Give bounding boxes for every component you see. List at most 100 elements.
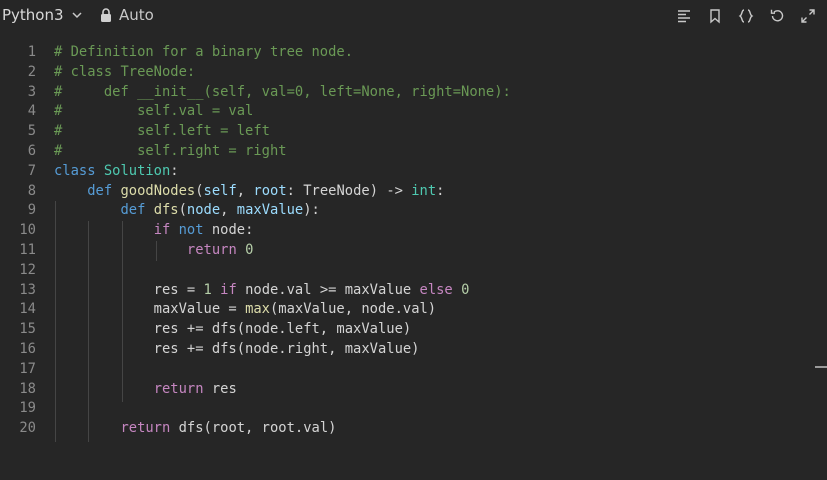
- line-number: 4: [27, 103, 36, 120]
- code-editor[interactable]: 1 # Definition for a binary tree node. 2 # …: [0, 43, 817, 480]
- line-number: 1: [27, 44, 36, 60]
- line-number: 2: [27, 63, 36, 80]
- code-text: # class TreeNode:: [54, 63, 195, 83]
- line-number: 10: [19, 222, 36, 239]
- code-token: if: [220, 281, 246, 298]
- code-line[interactable]: 11 return 0: [0, 241, 817, 261]
- line-number: 20: [19, 420, 36, 437]
- line-number: 9: [27, 202, 36, 219]
- line-number: 8: [27, 182, 36, 199]
- braces-button[interactable]: [730, 5, 761, 27]
- code-token: # self.left = left: [54, 123, 270, 140]
- code-line[interactable]: 13 res = 1 if node.val >= maxValue else …: [0, 281, 817, 301]
- expand-icon: [800, 9, 815, 23]
- code-token: else: [419, 281, 462, 298]
- braces-icon: [738, 9, 753, 23]
- code-token: return: [153, 380, 212, 397]
- code-token: :: [436, 182, 445, 199]
- code-line[interactable]: 10 if not node:: [0, 221, 817, 241]
- line-number: 3: [27, 83, 36, 100]
- code-text: # self.left = left: [54, 122, 270, 142]
- code-token: dfs(root, root.val): [178, 420, 337, 437]
- code-token: (: [178, 202, 187, 219]
- code-token: # def __init__(self, val=0, left=None, r…: [54, 83, 511, 100]
- code-token: node:: [211, 222, 254, 239]
- language-label: Python3: [2, 6, 64, 24]
- bookmark-button[interactable]: [699, 5, 730, 27]
- code-line[interactable]: 14 maxValue = max(maxValue, node.val): [0, 300, 817, 320]
- lock-icon: [101, 8, 111, 22]
- mode-label: Auto: [119, 6, 154, 24]
- code-token: 0: [245, 241, 254, 258]
- code-token: 1: [203, 281, 221, 298]
- code-token: res += dfs(node.left, maxValue): [54, 321, 412, 338]
- expand-button[interactable]: [792, 5, 823, 27]
- line-number: 17: [19, 360, 36, 377]
- toolbar-actions: [668, 5, 823, 27]
- line-number: 18: [19, 380, 36, 397]
- code-line[interactable]: 8 def goodNodes(self, root: TreeNode) ->…: [0, 182, 817, 202]
- line-number: 19: [19, 400, 36, 417]
- scrollbar-marker[interactable]: [815, 366, 827, 368]
- code-token: def: [87, 182, 121, 199]
- code-line[interactable]: 12: [0, 261, 817, 281]
- code-token: ):: [303, 202, 320, 219]
- code-token: node: [186, 202, 221, 219]
- code-line[interactable]: 3 # def __init__(self, val=0, left=None, …: [0, 83, 817, 103]
- code-token: maxValue =: [54, 301, 246, 318]
- reset-icon: [770, 9, 783, 22]
- code-text: # self.val = val: [54, 102, 253, 122]
- format-button[interactable]: [668, 5, 699, 27]
- code-line[interactable]: 1 # Definition for a binary tree node.: [0, 43, 817, 63]
- code-line[interactable]: 17: [0, 360, 817, 380]
- code-token: 0: [461, 281, 470, 298]
- code-text: # Definition for a binary tree node.: [54, 43, 353, 63]
- code-token: (maxValue, node.val): [269, 301, 437, 318]
- code-token: : TreeNode) ->: [286, 182, 412, 199]
- code-token: int: [411, 182, 437, 199]
- code-text: return 0: [54, 241, 253, 261]
- code-token: :: [170, 162, 179, 179]
- code-token: dfs: [153, 202, 179, 219]
- chevron-down-icon: [72, 12, 82, 19]
- code-text: maxValue = max(maxValue, node.val): [54, 300, 436, 320]
- code-token: Solution: [103, 162, 171, 179]
- code-token: # self.right = right: [54, 142, 287, 159]
- language-selector[interactable]: Python3: [2, 5, 84, 25]
- code-line[interactable]: 16 res += dfs(node.right, maxValue): [0, 340, 817, 360]
- bookmark-icon: [709, 9, 720, 24]
- line-number: 14: [19, 301, 36, 318]
- reset-button[interactable]: [761, 5, 792, 27]
- code-line[interactable]: 9 def dfs(node, maxValue):: [0, 201, 817, 221]
- line-number: 6: [27, 142, 36, 159]
- editor-toolbar: Python3 Auto: [0, 0, 827, 32]
- code-line[interactable]: 7 class Solution:: [0, 162, 817, 182]
- line-number: 16: [19, 340, 36, 357]
- code-line[interactable]: 2 # class TreeNode:: [0, 63, 817, 83]
- code-text: if not node:: [54, 221, 254, 241]
- code-line[interactable]: 18 return res: [0, 380, 817, 400]
- code-text: res = 1 if node.val >= maxValue else 0: [54, 281, 470, 301]
- code-line[interactable]: 20 return dfs(root, root.val): [0, 419, 817, 439]
- code-line[interactable]: 19: [0, 399, 817, 419]
- code-line[interactable]: 6 # self.right = right: [0, 142, 817, 162]
- code-line[interactable]: 5 # self.left = left: [0, 122, 817, 142]
- code-token: ,: [220, 202, 237, 219]
- auto-mode-indicator[interactable]: Auto: [100, 5, 154, 25]
- code-text: class Solution:: [54, 162, 179, 182]
- code-token: node.val >= maxValue: [245, 281, 420, 298]
- code-line[interactable]: 15 res += dfs(node.left, maxValue): [0, 320, 817, 340]
- code-token: (: [195, 182, 204, 199]
- code-text: def dfs(node, maxValue):: [54, 201, 320, 221]
- line-number: 13: [19, 281, 36, 298]
- line-number: 12: [19, 261, 36, 278]
- code-line[interactable]: 4 # self.val = val: [0, 102, 817, 122]
- code-text: # def __init__(self, val=0, left=None, r…: [54, 83, 511, 103]
- code-token: if: [153, 222, 179, 239]
- code-text: return dfs(root, root.val): [54, 419, 336, 439]
- code-text: res += dfs(node.right, maxValue): [54, 340, 420, 360]
- code-token: maxValue: [236, 202, 304, 219]
